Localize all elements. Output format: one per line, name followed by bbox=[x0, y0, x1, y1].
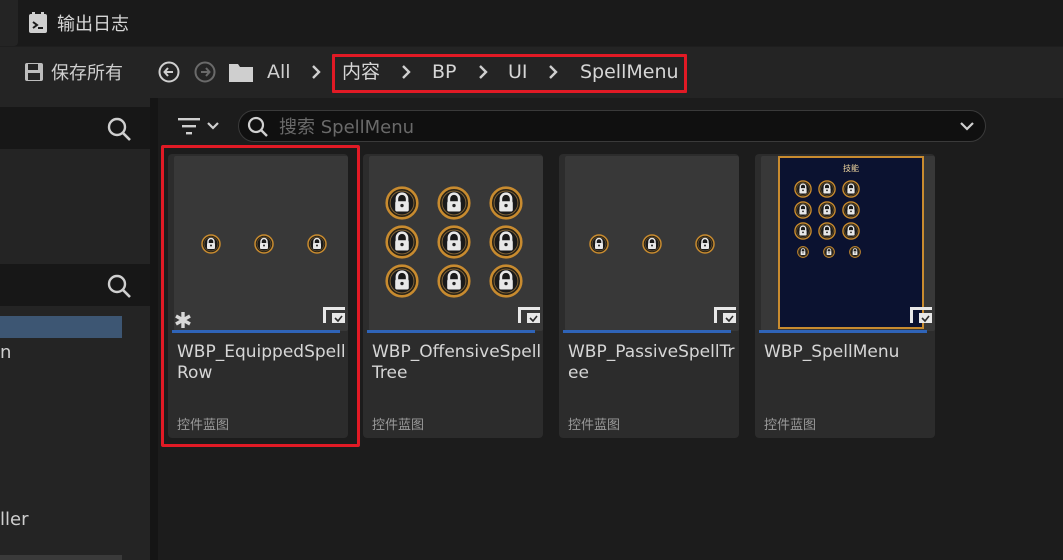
lock-icon bbox=[842, 222, 860, 240]
lock-row bbox=[385, 186, 523, 220]
lock-icon bbox=[818, 201, 836, 219]
widget-blueprint-icon bbox=[910, 307, 932, 323]
search-icon[interactable] bbox=[106, 273, 132, 299]
save-all-button[interactable]: 保存所有 bbox=[24, 59, 123, 85]
asset-name: WBP_OffensiveSpellTree bbox=[372, 342, 542, 383]
folder-icon[interactable] bbox=[228, 61, 254, 83]
asset-type-color-bar bbox=[759, 330, 927, 333]
filter-icon[interactable] bbox=[176, 115, 226, 137]
lock-row bbox=[794, 201, 860, 219]
search-input[interactable] bbox=[279, 115, 939, 139]
breadcrumb-bp[interactable]: BP bbox=[432, 59, 457, 85]
asset-type-color-bar bbox=[367, 330, 535, 333]
sidebar-folder-item[interactable]: ller bbox=[0, 509, 28, 530]
lock-row bbox=[797, 246, 861, 258]
spell-menu-preview: 技能 bbox=[778, 156, 924, 329]
search-icon[interactable] bbox=[106, 116, 132, 142]
asset-name: WBP_PassiveSpellTree bbox=[568, 342, 735, 383]
chevron-right-icon[interactable] bbox=[546, 63, 560, 81]
breadcrumb-spellmenu[interactable]: SpellMenu bbox=[580, 59, 679, 85]
lock-icon bbox=[794, 180, 812, 198]
lock-icon bbox=[589, 234, 609, 254]
lock-icon bbox=[437, 225, 471, 259]
lock-row bbox=[385, 264, 523, 298]
tab-output-log[interactable]: 输出日志 bbox=[28, 8, 129, 38]
lock-icon bbox=[489, 186, 523, 220]
save-all-label: 保存所有 bbox=[51, 63, 123, 84]
lock-icon bbox=[642, 234, 662, 254]
back-arrow-icon[interactable] bbox=[158, 61, 180, 83]
asset-type-color-bar bbox=[563, 330, 731, 333]
lock-icon bbox=[842, 180, 860, 198]
lock-icon bbox=[842, 201, 860, 219]
asset-type: 控件蓝图 bbox=[372, 418, 425, 433]
lock-row bbox=[589, 234, 715, 254]
search-input-container[interactable] bbox=[238, 110, 986, 142]
tab-label: 输出日志 bbox=[57, 14, 129, 35]
lock-row bbox=[794, 180, 860, 198]
lock-icon bbox=[794, 222, 812, 240]
lock-icon bbox=[794, 201, 812, 219]
widget-blueprint-icon bbox=[518, 307, 540, 323]
lock-icon bbox=[823, 246, 835, 258]
breadcrumb-ui[interactable]: UI bbox=[508, 59, 528, 85]
asset-name: WBP_SpellMenu bbox=[764, 342, 900, 362]
preview-title: 技能 bbox=[843, 164, 859, 173]
lock-icon bbox=[385, 225, 419, 259]
asset-card-passive-spell-tree[interactable]: WBP_PassiveSpellTree 控件蓝图 bbox=[559, 154, 739, 438]
asset-card-offensive-spell-tree[interactable]: WBP_OffensiveSpellTree 控件蓝图 bbox=[363, 154, 543, 438]
lock-icon bbox=[437, 186, 471, 220]
widget-blueprint-icon bbox=[714, 307, 736, 323]
sidebar-search-folders[interactable] bbox=[0, 264, 150, 306]
forward-arrow-icon[interactable] bbox=[194, 61, 216, 83]
lock-icon bbox=[385, 186, 419, 220]
tab-strip: 输出日志 bbox=[0, 0, 1063, 46]
output-log-icon bbox=[29, 12, 47, 33]
chevron-down-icon[interactable] bbox=[959, 119, 975, 133]
tab-previous[interactable] bbox=[0, 0, 18, 46]
lock-row bbox=[385, 225, 523, 259]
toolbar: 保存所有 All 内容 BP UI SpellMenu bbox=[0, 46, 1063, 98]
chevron-right-icon[interactable] bbox=[309, 63, 323, 81]
selected-asset-highlight-box bbox=[161, 145, 360, 447]
asset-card-spell-menu[interactable]: 技能 WBP_SpellMenu 控件蓝图 bbox=[755, 154, 935, 438]
sidebar-search-favorites[interactable] bbox=[0, 107, 150, 149]
lock-icon bbox=[797, 246, 809, 258]
asset-thumbnail bbox=[565, 156, 739, 331]
sidebar-selected-folder[interactable] bbox=[0, 316, 122, 338]
lock-icon bbox=[695, 234, 715, 254]
breadcrumb-content[interactable]: 内容 bbox=[342, 59, 380, 85]
lock-icon bbox=[437, 264, 471, 298]
sidebar-folder-item[interactable]: n bbox=[0, 342, 11, 363]
search-icon bbox=[247, 116, 268, 137]
asset-type: 控件蓝图 bbox=[568, 418, 621, 433]
lock-row bbox=[794, 222, 860, 240]
save-icon bbox=[25, 63, 43, 81]
lock-icon bbox=[385, 264, 419, 298]
asset-type: 控件蓝图 bbox=[764, 418, 817, 433]
lock-icon bbox=[849, 246, 861, 258]
lock-icon bbox=[489, 264, 523, 298]
sidebar-item-partial[interactable] bbox=[0, 555, 122, 560]
lock-icon bbox=[489, 225, 523, 259]
asset-thumbnail: 技能 bbox=[761, 156, 935, 331]
chevron-right-icon[interactable] bbox=[399, 63, 413, 81]
breadcrumb-all[interactable]: All bbox=[267, 59, 291, 85]
lock-icon bbox=[818, 180, 836, 198]
chevron-right-icon[interactable] bbox=[476, 63, 490, 81]
asset-thumbnail bbox=[369, 156, 543, 331]
sidebar: n ller bbox=[0, 98, 150, 560]
lock-icon bbox=[818, 222, 836, 240]
